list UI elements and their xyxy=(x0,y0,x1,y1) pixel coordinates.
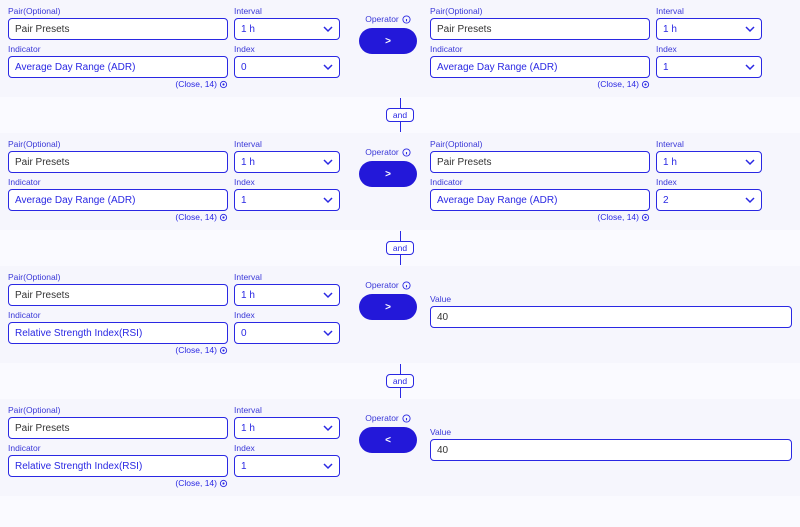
label-operator: Operator xyxy=(365,280,411,290)
left-interval-select[interactable]: 1 h xyxy=(234,417,340,439)
label-indicator: Indicator xyxy=(8,310,228,320)
connector-pill[interactable]: and xyxy=(386,108,414,122)
label-indicator: Indicator xyxy=(430,177,650,187)
left-indicator-input[interactable]: Relative Strength Index(RSI) xyxy=(8,455,228,477)
label-interval: Interval xyxy=(234,6,340,16)
left-index-select[interactable]: 0 xyxy=(234,322,340,344)
condition-row: Pair(Optional) Pair Presets Indicator Avera… xyxy=(0,133,800,230)
connector-pill[interactable]: and xyxy=(386,241,414,255)
left-indicator-input[interactable]: Average Day Range (ADR) xyxy=(8,56,228,78)
label-indicator: Indicator xyxy=(8,44,228,54)
left-pair-input[interactable]: Pair Presets xyxy=(8,151,228,173)
value-input[interactable]: 40 xyxy=(430,439,792,461)
label-index: Index xyxy=(234,44,340,54)
chevron-down-icon xyxy=(745,24,755,34)
condition-row: Pair(Optional) Pair Presets Indicator Avera… xyxy=(0,0,800,97)
label-pair: Pair(Optional) xyxy=(430,139,650,149)
left-pair-input[interactable]: Pair Presets xyxy=(8,18,228,40)
info-icon[interactable] xyxy=(402,414,411,423)
connector-pill[interactable]: and xyxy=(386,374,414,388)
label-interval: Interval xyxy=(656,6,762,16)
label-pair: Pair(Optional) xyxy=(8,272,228,282)
right-index-select[interactable]: 1 xyxy=(656,56,762,78)
label-operator: Operator xyxy=(365,413,411,423)
label-pair: Pair(Optional) xyxy=(8,6,228,16)
chevron-down-icon xyxy=(323,157,333,167)
right-interval-select[interactable]: 1 h xyxy=(656,151,762,173)
operator-badge[interactable]: > xyxy=(359,294,417,320)
label-interval: Interval xyxy=(234,405,340,415)
info-icon[interactable] xyxy=(402,281,411,290)
indicator-meta[interactable]: (Close, 14) xyxy=(8,79,228,89)
left-interval-select[interactable]: 1 h xyxy=(234,284,340,306)
left-pair-input[interactable]: Pair Presets xyxy=(8,417,228,439)
info-icon[interactable] xyxy=(402,148,411,157)
chevron-down-icon xyxy=(323,62,333,72)
left-interval-select[interactable]: 1 h xyxy=(234,18,340,40)
label-index: Index xyxy=(234,310,340,320)
label-interval: Interval xyxy=(656,139,762,149)
label-interval: Interval xyxy=(234,272,340,282)
label-index: Index xyxy=(234,177,340,187)
operator-badge[interactable]: > xyxy=(359,28,417,54)
indicator-meta[interactable]: (Close, 14) xyxy=(430,79,650,89)
right-indicator-input[interactable]: Average Day Range (ADR) xyxy=(430,189,650,211)
gear-icon[interactable] xyxy=(641,80,650,89)
label-value: Value xyxy=(430,294,792,304)
chevron-down-icon xyxy=(323,24,333,34)
label-operator: Operator xyxy=(365,14,411,24)
left-interval-select[interactable]: 1 h xyxy=(234,151,340,173)
gear-icon[interactable] xyxy=(219,213,228,222)
value-input[interactable]: 40 xyxy=(430,306,792,328)
operator-badge[interactable]: > xyxy=(359,161,417,187)
label-index: Index xyxy=(234,443,340,453)
chevron-down-icon xyxy=(745,62,755,72)
right-indicator-input[interactable]: Average Day Range (ADR) xyxy=(430,56,650,78)
label-operator: Operator xyxy=(365,147,411,157)
label-interval: Interval xyxy=(234,139,340,149)
label-indicator: Indicator xyxy=(430,44,650,54)
right-pair-input[interactable]: Pair Presets xyxy=(430,18,650,40)
left-index-select[interactable]: 1 xyxy=(234,455,340,477)
connector: and xyxy=(0,363,800,399)
condition-row: Pair(Optional) Pair Presets Indicator Relat… xyxy=(0,266,800,363)
indicator-meta[interactable]: (Close, 14) xyxy=(8,345,228,355)
chevron-down-icon xyxy=(323,195,333,205)
label-pair: Pair(Optional) xyxy=(430,6,650,16)
chevron-down-icon xyxy=(323,328,333,338)
gear-icon[interactable] xyxy=(219,346,228,355)
chevron-down-icon xyxy=(745,157,755,167)
condition-row: Pair(Optional) Pair Presets Indicator Relat… xyxy=(0,399,800,496)
left-pair-input[interactable]: Pair Presets xyxy=(8,284,228,306)
chevron-down-icon xyxy=(745,195,755,205)
operator-badge[interactable]: < xyxy=(359,427,417,453)
indicator-meta[interactable]: (Close, 14) xyxy=(8,212,228,222)
connector: and xyxy=(0,97,800,133)
connector: and xyxy=(0,230,800,266)
info-icon[interactable] xyxy=(402,15,411,24)
right-index-select[interactable]: 2 xyxy=(656,189,762,211)
label-indicator: Indicator xyxy=(8,177,228,187)
label-index: Index xyxy=(656,44,762,54)
label-pair: Pair(Optional) xyxy=(8,405,228,415)
left-indicator-input[interactable]: Average Day Range (ADR) xyxy=(8,189,228,211)
right-pair-input[interactable]: Pair Presets xyxy=(430,151,650,173)
label-value: Value xyxy=(430,427,792,437)
indicator-meta[interactable]: (Close, 14) xyxy=(430,212,650,222)
label-indicator: Indicator xyxy=(8,443,228,453)
chevron-down-icon xyxy=(323,423,333,433)
gear-icon[interactable] xyxy=(219,479,228,488)
chevron-down-icon xyxy=(323,461,333,471)
indicator-meta[interactable]: (Close, 14) xyxy=(8,478,228,488)
label-index: Index xyxy=(656,177,762,187)
right-interval-select[interactable]: 1 h xyxy=(656,18,762,40)
gear-icon[interactable] xyxy=(219,80,228,89)
left-indicator-input[interactable]: Relative Strength Index(RSI) xyxy=(8,322,228,344)
chevron-down-icon xyxy=(323,290,333,300)
label-pair: Pair(Optional) xyxy=(8,139,228,149)
left-index-select[interactable]: 1 xyxy=(234,189,340,211)
gear-icon[interactable] xyxy=(641,213,650,222)
left-index-select[interactable]: 0 xyxy=(234,56,340,78)
